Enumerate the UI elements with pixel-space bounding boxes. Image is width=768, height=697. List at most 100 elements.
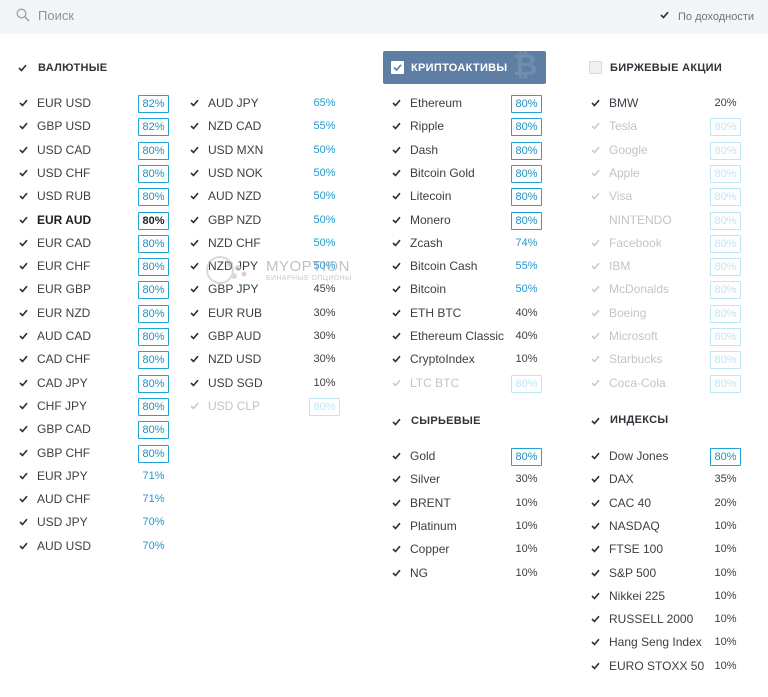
asset-checkbox[interactable] <box>392 332 401 340</box>
asset-checkbox[interactable] <box>392 545 401 553</box>
asset-checkbox[interactable] <box>392 262 401 270</box>
stock-asset-row[interactable]: Apple 80% <box>591 163 744 183</box>
commodity-asset-row[interactable]: Platinum 10% <box>392 516 545 536</box>
crypto-section-checkbox[interactable] <box>391 61 404 74</box>
asset-checkbox[interactable] <box>190 99 199 107</box>
crypto-asset-row[interactable]: Dash 80% <box>392 140 545 160</box>
asset-checkbox[interactable] <box>190 402 199 410</box>
stock-asset-row[interactable]: Tesla 80% <box>591 116 744 137</box>
asset-checkbox[interactable] <box>190 309 199 317</box>
currency-asset-row[interactable]: AUD USD 70% <box>19 536 172 556</box>
asset-checkbox[interactable] <box>19 425 28 433</box>
currency-asset-row[interactable]: GBP AUD 30% <box>190 326 343 346</box>
currency-asset-row[interactable]: AUD JPY 65% <box>190 93 343 113</box>
currency-asset-row[interactable]: AUD CAD 80% <box>19 326 172 346</box>
commodity-asset-row[interactable]: Copper 10% <box>392 539 545 559</box>
search-icon[interactable] <box>16 8 30 22</box>
asset-checkbox[interactable] <box>392 239 401 247</box>
asset-checkbox[interactable] <box>392 285 401 294</box>
currency-asset-row[interactable]: EUR JPY 71% <box>19 466 172 486</box>
commodity-asset-row[interactable]: NG 10% <box>392 563 545 583</box>
stock-asset-row[interactable]: Boeing 80% <box>591 303 744 323</box>
asset-checkbox[interactable] <box>19 169 28 177</box>
asset-checkbox[interactable] <box>190 169 199 177</box>
currency-section-checkbox[interactable] <box>18 64 27 72</box>
asset-checkbox[interactable] <box>591 169 600 177</box>
asset-checkbox[interactable] <box>591 122 600 130</box>
asset-checkbox[interactable] <box>19 99 28 107</box>
crypto-asset-row[interactable]: Bitcoin Gold 80% <box>392 163 545 183</box>
currency-asset-row[interactable]: EUR CHF 80% <box>19 256 172 277</box>
currency-asset-row[interactable]: EUR GBP 80% <box>19 279 172 300</box>
asset-checkbox[interactable] <box>19 262 28 270</box>
currency-asset-row[interactable]: AUD CHF 71% <box>19 489 172 509</box>
asset-checkbox[interactable] <box>392 146 401 154</box>
asset-checkbox[interactable] <box>19 332 28 340</box>
asset-checkbox[interactable] <box>591 499 600 507</box>
asset-checkbox[interactable] <box>591 638 600 647</box>
currency-asset-row[interactable]: GBP CAD 80% <box>19 419 172 440</box>
asset-checkbox[interactable] <box>19 192 28 200</box>
commodity-asset-row[interactable]: BRENT 10% <box>392 493 545 513</box>
stock-asset-row[interactable]: Facebook 80% <box>591 233 744 253</box>
asset-checkbox[interactable] <box>591 569 600 577</box>
asset-checkbox[interactable] <box>591 309 600 317</box>
asset-checkbox[interactable] <box>19 402 28 410</box>
asset-checkbox[interactable] <box>190 262 199 270</box>
currency-asset-row[interactable]: USD JPY 70% <box>19 512 172 532</box>
index-asset-row[interactable]: Nikkei 225 10% <box>591 586 744 606</box>
asset-checkbox[interactable] <box>190 192 199 200</box>
index-asset-row[interactable]: Hang Seng Index 10% <box>591 632 744 652</box>
commodity-asset-row[interactable]: Silver 30% <box>392 469 545 489</box>
asset-checkbox[interactable] <box>190 285 199 294</box>
stock-asset-row[interactable]: NINTENDO 80% <box>591 210 744 230</box>
index-asset-row[interactable]: NASDAQ 10% <box>591 516 744 536</box>
crypto-asset-row[interactable]: Bitcoin Cash 55% <box>392 256 545 276</box>
asset-checkbox[interactable] <box>591 146 600 154</box>
asset-checkbox[interactable] <box>591 545 600 553</box>
crypto-asset-row[interactable]: Ethereum Classic 40% <box>392 326 545 346</box>
crypto-asset-row[interactable]: Ethereum 80% <box>392 93 545 113</box>
asset-checkbox[interactable] <box>392 355 401 363</box>
currency-asset-row[interactable]: USD CHF 80% <box>19 163 172 183</box>
currency-asset-row[interactable]: USD CLP 80% <box>190 396 343 416</box>
asset-checkbox[interactable] <box>19 285 28 294</box>
index-asset-row[interactable]: Dow Jones 80% <box>591 446 744 466</box>
crypto-asset-row[interactable]: Litecoin 80% <box>392 186 545 207</box>
crypto-asset-row[interactable]: Ripple 80% <box>392 116 545 137</box>
currency-asset-row[interactable]: GBP NZD 50% <box>190 210 343 230</box>
crypto-asset-row[interactable]: Zcash 74% <box>392 233 545 253</box>
asset-checkbox[interactable] <box>392 499 401 507</box>
asset-checkbox[interactable] <box>392 569 401 577</box>
indices-section-checkbox[interactable] <box>591 417 600 425</box>
asset-checkbox[interactable] <box>19 472 28 480</box>
currency-asset-row[interactable]: USD SGD 10% <box>190 373 343 393</box>
currency-asset-row[interactable]: NZD CHF 50% <box>190 233 343 253</box>
asset-checkbox[interactable] <box>392 216 401 224</box>
currency-asset-row[interactable]: NZD CAD 55% <box>190 116 343 136</box>
crypto-asset-row[interactable]: LTC BTC 80% <box>392 373 545 393</box>
stock-asset-row[interactable]: McDonalds 80% <box>591 279 744 300</box>
asset-checkbox[interactable] <box>19 449 28 457</box>
crypto-section-header[interactable]: КРИПТОАКТИВЫ ₿ <box>383 51 546 84</box>
currency-asset-row[interactable]: EUR USD 82% <box>19 93 172 113</box>
currency-asset-row[interactable]: GBP JPY 45% <box>190 279 343 299</box>
asset-checkbox[interactable] <box>591 239 600 247</box>
stock-asset-row[interactable]: BMW 20% <box>591 93 744 113</box>
stock-asset-row[interactable]: Microsoft 80% <box>591 326 744 346</box>
asset-checkbox[interactable] <box>591 192 600 200</box>
currency-asset-row[interactable]: EUR AUD 80% <box>19 210 172 230</box>
crypto-asset-row[interactable]: CryptoIndex 10% <box>392 349 545 369</box>
asset-checkbox[interactable] <box>392 122 401 130</box>
index-asset-row[interactable]: RUSSELL 2000 10% <box>591 609 744 629</box>
crypto-asset-row[interactable]: ETH BTC 40% <box>392 303 545 323</box>
asset-checkbox[interactable] <box>392 522 401 530</box>
currency-asset-row[interactable]: GBP USD 82% <box>19 116 172 137</box>
stock-asset-row[interactable]: Coca-Cola 80% <box>591 373 744 393</box>
asset-checkbox[interactable] <box>19 542 28 550</box>
asset-checkbox[interactable] <box>190 332 199 340</box>
asset-checkbox[interactable] <box>190 146 199 154</box>
asset-checkbox[interactable] <box>190 122 199 130</box>
asset-checkbox[interactable] <box>19 146 28 154</box>
currency-asset-row[interactable]: NZD JPY 50% <box>190 256 343 276</box>
